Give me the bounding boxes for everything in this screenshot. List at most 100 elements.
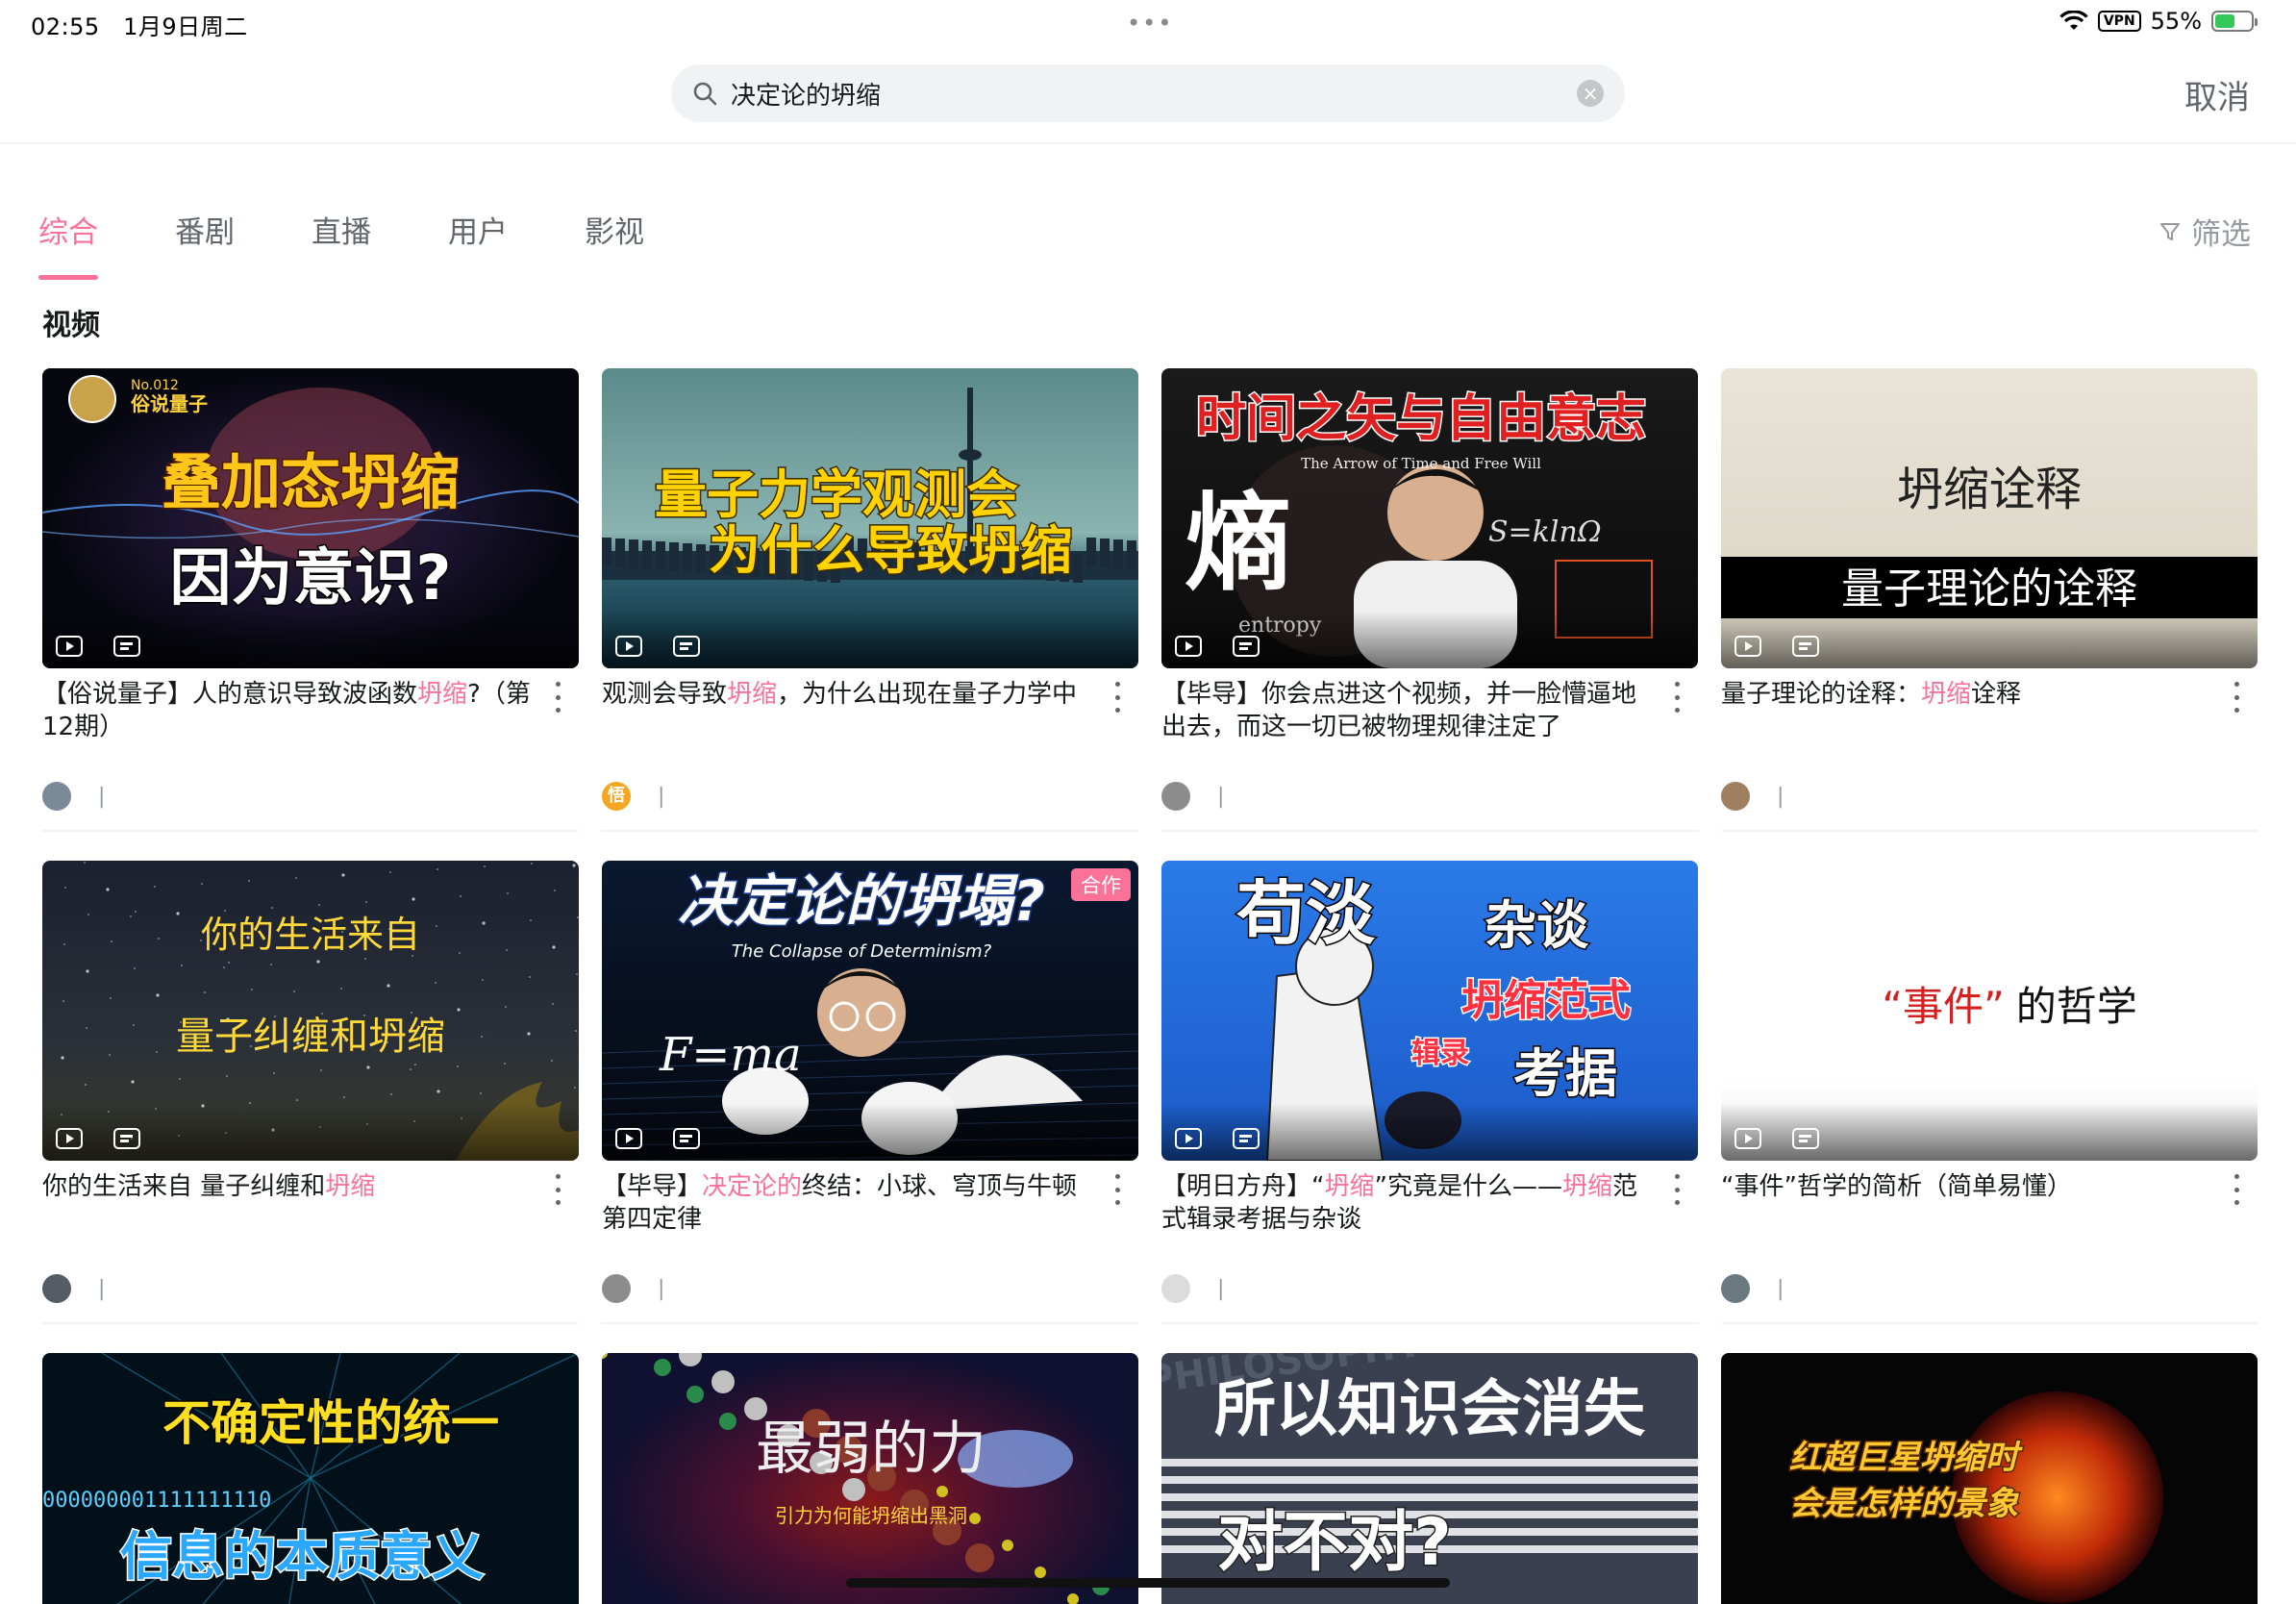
search-bar[interactable]: 决定论的坍缩 × — [671, 64, 1625, 122]
home-indicator[interactable] — [846, 1578, 1450, 1588]
video-thumbnail[interactable]: 你的生活来自 量子纠缠和坍缩 — [42, 861, 579, 1161]
title-text: 【毕导】你会点进这个视频，并一脸懵逼地出去，而这一切已被物理规律注定了 — [1161, 680, 1637, 741]
card-divider — [602, 830, 1138, 832]
video-meta: 悟 | — [602, 782, 1138, 811]
separator: | — [98, 1276, 106, 1301]
avatar[interactable] — [42, 782, 71, 811]
video-thumbnail[interactable]: PHILOSOPHY 所以知识会消失 对不对? — [1161, 1353, 1698, 1604]
title-text: 【俗说量子】人的意识导致波函数 — [42, 680, 418, 709]
video-thumbnail[interactable]: 量子力学观测会 为什么导致坍缩 — [602, 368, 1138, 668]
more-options-icon[interactable] — [554, 1174, 562, 1205]
thumb-text: 会是怎样的景象 — [1789, 1485, 2019, 1523]
video-thumbnail[interactable]: 最弱的力 引力为何能坍缩出黑洞 — [602, 1353, 1138, 1604]
video-title[interactable]: 【毕导】你会点进这个视频，并一脸懵逼地出去，而这一切已被物理规律注定了 — [1161, 678, 1660, 743]
video-thumbnail[interactable]: 时间之矢与自由意志 The Arrow of Time and Free Will… — [1161, 368, 1698, 668]
separator: | — [1777, 1276, 1784, 1301]
search-input[interactable]: 决定论的坍缩 — [731, 76, 1577, 112]
avatar[interactable]: 悟 — [602, 782, 631, 811]
video-card[interactable]: 你的生活来自 量子纠缠和坍缩你的生活来自 量子纠缠和坍缩 | — [42, 861, 579, 1324]
video-title[interactable]: “事件”哲学的简析（简单易懂） — [1721, 1170, 2219, 1203]
play-count-icon — [1734, 1128, 1761, 1149]
video-card[interactable]: 最弱的力 引力为何能坍缩出黑洞 — [602, 1353, 1138, 1604]
video-card[interactable]: 000000001111111110 不确定性的统一 信息的本质意义 — [42, 1353, 579, 1604]
thumb-text: 坍缩范式 — [1461, 976, 1631, 1025]
tab-2[interactable]: 直播 — [312, 208, 371, 251]
multitask-dots[interactable]: ••• — [1127, 10, 1173, 37]
view-count — [615, 1128, 650, 1149]
danmaku-count — [673, 636, 708, 657]
more-options-icon[interactable] — [2233, 682, 2240, 713]
keyword-highlight: 坍缩 — [1324, 1172, 1375, 1201]
tab-4[interactable]: 影视 — [585, 208, 644, 251]
video-card[interactable]: 时间之矢与自由意志 The Arrow of Time and Free Will… — [1161, 368, 1698, 832]
video-card[interactable]: No.012 俗说量子 叠加态坍缩 因为意识? 【俗说量子】人的意识导致波函数坍缩?（第… — [42, 368, 579, 832]
thumb-text: 最弱的力 — [756, 1416, 986, 1483]
thumb-text: 叠加态坍缩 — [162, 447, 460, 517]
tab-3[interactable]: 用户 — [448, 208, 508, 251]
thumb-text: 决定论的坍塌? — [678, 868, 1045, 934]
danmaku-count — [1792, 1128, 1827, 1149]
video-thumbnail[interactable]: No.012 俗说量子 叠加态坍缩 因为意识? — [42, 368, 579, 668]
more-options-icon[interactable] — [554, 682, 562, 713]
thumb-text: 辑录 — [1411, 1037, 1469, 1070]
view-count — [56, 1128, 90, 1149]
avatar[interactable] — [1721, 782, 1750, 811]
avatar[interactable] — [1721, 1274, 1750, 1303]
video-card[interactable]: 坍缩诠释 量子理论的诠释量子理论的诠释：坍缩诠释 | — [1721, 368, 2258, 832]
filter-button[interactable]: 筛选 — [2159, 210, 2251, 253]
thumb-text: S=klnΩ — [1488, 515, 1602, 549]
thumb-text: The Collapse of Determinism? — [732, 941, 992, 962]
cancel-button[interactable]: 取消 — [2184, 71, 2250, 118]
more-options-icon[interactable] — [1113, 682, 1121, 713]
video-thumbnail[interactable]: “事件” 的哲学 — [1721, 861, 2258, 1161]
vpn-badge: VPN — [2097, 11, 2141, 32]
video-title[interactable]: 【毕导】决定论的终结：小球、穹顶与牛顿第四定律 — [602, 1170, 1100, 1236]
tab-0[interactable]: 综合 — [38, 208, 98, 280]
video-thumbnail[interactable]: 000000001111111110 不确定性的统一 信息的本质意义 — [42, 1353, 579, 1604]
avatar[interactable] — [1161, 782, 1190, 811]
video-thumbnail[interactable]: 苟淡 杂谈 坍缩范式 辑录 考据 — [1161, 861, 1698, 1161]
video-title[interactable]: 观测会导致坍缩，为什么出现在量子力学中 — [602, 678, 1100, 711]
header-divider — [0, 142, 2296, 144]
video-card[interactable]: 量子力学观测会 为什么导致坍缩观测会导致坍缩，为什么出现在量子力学中悟 | — [602, 368, 1138, 832]
video-title[interactable]: 你的生活来自 量子纠缠和坍缩 — [42, 1170, 540, 1203]
play-count-icon — [56, 636, 83, 657]
avatar[interactable] — [42, 1274, 71, 1303]
video-title[interactable]: 【明日方舟】“坍缩”究竟是什么——坍缩范式辑录考据与杂谈 — [1161, 1170, 1660, 1236]
separator: | — [1217, 1276, 1225, 1301]
video-thumbnail[interactable]: 决定论的坍塌? The Collapse of Determinism? F=ma 合… — [602, 861, 1138, 1161]
tab-1[interactable]: 番剧 — [175, 208, 235, 251]
card-divider — [42, 830, 579, 832]
more-options-icon[interactable] — [2233, 1174, 2240, 1205]
title-text: ”究竟是什么—— — [1374, 1172, 1562, 1201]
card-divider — [602, 1322, 1138, 1324]
separator: | — [98, 784, 106, 809]
video-card[interactable]: 苟淡 杂谈 坍缩范式 辑录 考据 【明日方舟】“坍缩”究竟是什么——坍缩范式辑录考据与杂谈… — [1161, 861, 1698, 1324]
video-thumbnail[interactable]: 坍缩诠释 量子理论的诠释 — [1721, 368, 2258, 668]
video-card[interactable]: PHILOSOPHY 所以知识会消失 对不对? — [1161, 1353, 1698, 1604]
danmaku-count — [1233, 1128, 1267, 1149]
video-card[interactable]: “事件” 的哲学 “事件”哲学的简析（简单易懂） | — [1721, 861, 2258, 1324]
danmaku-count — [113, 1128, 148, 1149]
avatar[interactable] — [602, 1274, 631, 1303]
more-options-icon[interactable] — [1113, 1174, 1121, 1205]
video-title[interactable]: 【俗说量子】人的意识导致波函数坍缩?（第12期） — [42, 678, 540, 743]
video-meta: | — [1721, 782, 2258, 811]
video-thumbnail[interactable]: 红超巨星坍缩时 会是怎样的景象 — [1721, 1353, 2258, 1604]
avatar[interactable] — [1161, 1274, 1190, 1303]
more-options-icon[interactable] — [1673, 682, 1681, 713]
battery-percent: 55% — [2150, 8, 2202, 35]
tab-bar: 综合 番剧 直播 用户 影视 — [38, 208, 721, 280]
thumb-text: 红超巨星坍缩时 — [1789, 1439, 2023, 1477]
more-options-icon[interactable] — [1673, 1174, 1681, 1205]
thumbnail-art: PHILOSOPHY所以知识会消失对不对? — [1161, 1353, 1698, 1604]
video-meta: | — [1161, 782, 1698, 811]
video-card[interactable]: 红超巨星坍缩时 会是怎样的景象 — [1721, 1353, 2258, 1604]
title-text: ，为什么出现在量子力学中 — [777, 680, 1078, 709]
clear-icon[interactable]: × — [1577, 80, 1604, 107]
video-meta: | — [602, 1274, 1138, 1303]
video-stats — [602, 1103, 1138, 1161]
thumb-text: 量子力学观测会 — [655, 464, 1018, 525]
video-title[interactable]: 量子理论的诠释：坍缩诠释 — [1721, 678, 2219, 711]
video-card[interactable]: 决定论的坍塌? The Collapse of Determinism? F=ma 合… — [602, 861, 1138, 1324]
